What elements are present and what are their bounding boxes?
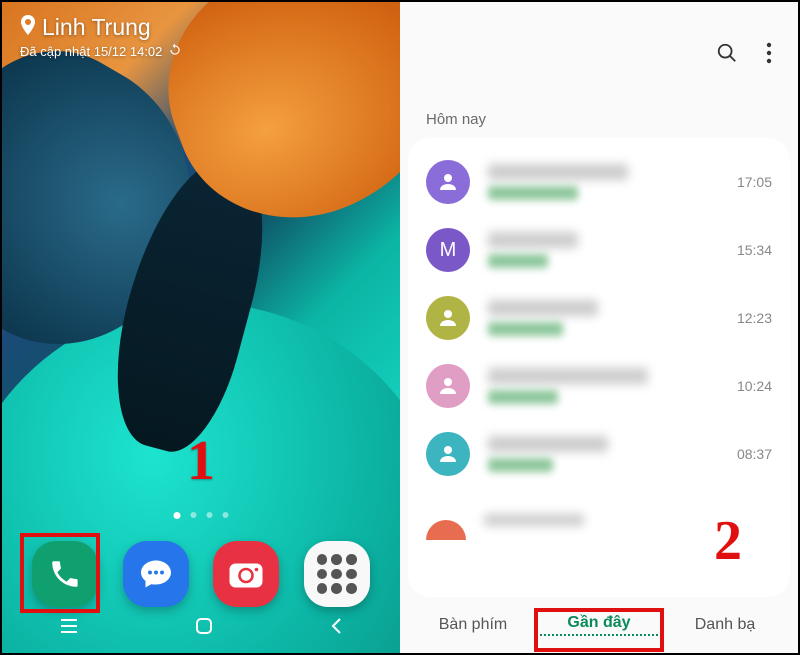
call-entry[interactable]: M 15:34 — [408, 216, 790, 284]
app-drawer-icon[interactable] — [304, 541, 370, 607]
avatar — [426, 364, 470, 408]
call-entry[interactable]: 10:24 — [408, 352, 790, 420]
phone-app-screen: Hôm nay 17:05 M 15:34 12:23 10:24 — [400, 2, 798, 653]
tab-contacts[interactable]: Danh bạ — [662, 616, 788, 634]
call-time: 15:34 — [737, 242, 772, 258]
avatar: M — [426, 228, 470, 272]
weather-widget[interactable]: Linh Trung Đã cập nhật 15/12 14:02 — [20, 14, 182, 60]
call-time: 08:37 — [737, 446, 772, 462]
avatar — [426, 520, 466, 540]
location-pin-icon — [20, 14, 36, 41]
call-entry[interactable]: 12:23 — [408, 284, 790, 352]
app-dock — [2, 541, 400, 607]
tab-recent[interactable]: Gần đây — [536, 614, 662, 636]
updated-text: Đã cập nhật 15/12 14:02 — [20, 44, 162, 59]
page-indicator — [174, 512, 229, 519]
refresh-icon — [168, 43, 182, 60]
call-entry[interactable]: 08:37 — [408, 420, 790, 488]
call-time: 10:24 — [737, 378, 772, 394]
avatar — [426, 432, 470, 476]
call-entry[interactable]: 17:05 — [408, 148, 790, 216]
home-button[interactable] — [194, 616, 214, 641]
tab-keypad[interactable]: Bàn phím — [410, 616, 536, 634]
recents-button[interactable] — [59, 618, 79, 639]
camera-app-icon[interactable] — [213, 541, 279, 607]
avatar — [426, 296, 470, 340]
call-time: 17:05 — [737, 174, 772, 190]
home-screen: Linh Trung Đã cập nhật 15/12 14:02 1 — [2, 2, 400, 653]
avatar — [426, 160, 470, 204]
navigation-bar — [2, 613, 400, 643]
bottom-tab-bar: Bàn phím Gần đây Danh bạ — [400, 597, 798, 653]
call-time: 12:23 — [737, 310, 772, 326]
annotation-step-2: 2 — [714, 509, 742, 573]
more-options-icon[interactable] — [766, 42, 772, 69]
back-button[interactable] — [329, 617, 343, 640]
annotation-step-1: 1 — [187, 429, 215, 493]
messages-app-icon[interactable] — [123, 541, 189, 607]
location-name: Linh Trung — [42, 14, 151, 41]
section-heading: Hôm nay — [400, 75, 798, 138]
phone-app-icon[interactable] — [32, 541, 98, 607]
search-icon[interactable] — [716, 42, 738, 69]
